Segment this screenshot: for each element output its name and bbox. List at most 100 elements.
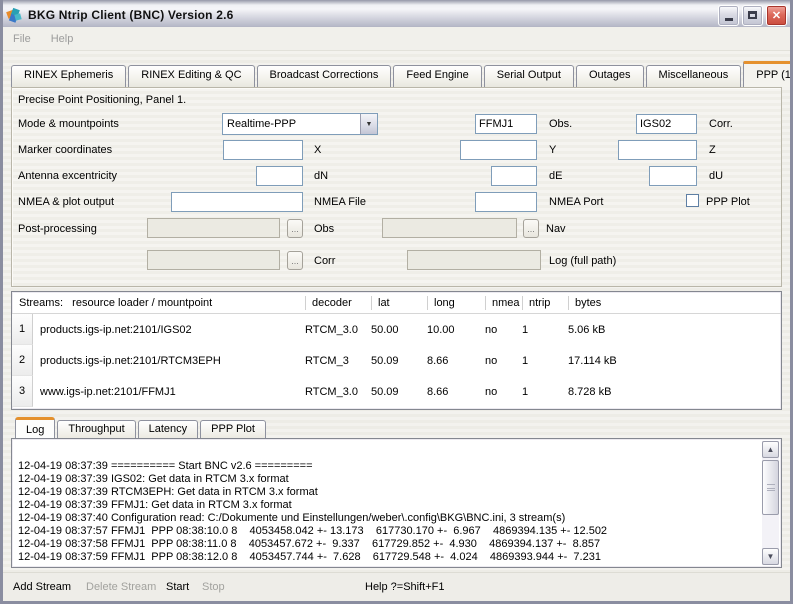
stream-ntrip: 1: [522, 324, 568, 336]
antenna-de-input[interactable]: [491, 166, 537, 186]
post-log-label: Log (full path): [549, 255, 616, 267]
de-label: dE: [549, 170, 562, 182]
corr-label: Corr.: [709, 118, 733, 130]
stream-ntrip: 1: [522, 355, 568, 367]
close-icon: ✕: [772, 9, 781, 22]
window-title: BKG Ntrip Client (BNC) Version 2.6: [28, 8, 715, 22]
log-output: 12-04-19 08:37:39 ========== Start BNC v…: [18, 460, 757, 564]
header-long: long: [427, 296, 485, 310]
tab-serial-output[interactable]: Serial Output: [484, 65, 574, 87]
stream-row-3[interactable]: 3 www.igs-ip.net:2101/FFMJ1 RTCM_3.0 50.…: [12, 376, 781, 407]
stream-bytes: 5.06 kB: [568, 324, 781, 336]
stream-decoder: RTCM_3.0: [305, 324, 371, 336]
combobox-dropdown-icon[interactable]: ▼: [360, 114, 377, 134]
stream-bytes: 17.114 kB: [568, 355, 781, 367]
menu-file[interactable]: File: [3, 30, 41, 48]
tab-latency[interactable]: Latency: [138, 420, 199, 438]
antenna-dn-input[interactable]: [256, 166, 303, 186]
antenna-du-input[interactable]: [649, 166, 697, 186]
minimize-button[interactable]: [718, 5, 739, 26]
z-label: Z: [709, 144, 716, 156]
log-line: 12-04-19 08:37:39 ========== Start BNC v…: [18, 460, 757, 473]
stop-button: Stop: [202, 581, 225, 593]
post-obs-browse-button[interactable]: ...: [287, 219, 303, 238]
tab-feed-engine[interactable]: Feed Engine: [393, 65, 481, 87]
ppp-plot-checkbox[interactable]: [686, 194, 699, 207]
obs-mountpoint-input[interactable]: [475, 114, 537, 134]
stream-ntrip: 1: [522, 386, 568, 398]
ppp-plot-label: PPP Plot: [706, 196, 750, 208]
scrollbar-thumb[interactable]: [762, 460, 779, 515]
post-nav-browse-button[interactable]: ...: [523, 219, 539, 238]
scroll-up-button[interactable]: ▲: [762, 441, 779, 458]
post-obs-label: Obs: [314, 223, 334, 235]
row-number[interactable]: 1: [12, 314, 33, 345]
maximize-button[interactable]: [742, 5, 763, 26]
main-content: RINEX Ephemeris RINEX Editing & QC Broad…: [3, 51, 790, 601]
nmea-file-input[interactable]: [171, 192, 303, 212]
obs-label: Obs.: [549, 118, 572, 130]
log-line: 12-04-19 08:37:40 Configuration read: C:…: [18, 512, 757, 525]
tab-throughput[interactable]: Throughput: [57, 420, 135, 438]
log-panel: 12-04-19 08:37:39 ========== Start BNC v…: [11, 438, 782, 568]
header-ntrip: ntrip: [522, 296, 568, 310]
marker-x-input[interactable]: [223, 140, 303, 160]
post-log-path-input: [407, 250, 541, 270]
scroll-down-button[interactable]: ▼: [762, 548, 779, 565]
streams-table: Streams: resource loader / mountpoint de…: [11, 291, 782, 410]
minimize-icon: [725, 18, 733, 21]
post-corr-label: Corr: [314, 255, 335, 267]
post-corr-browse-button[interactable]: ...: [287, 251, 303, 270]
streams-table-header: Streams: resource loader / mountpoint de…: [12, 292, 781, 314]
panel-title: Precise Point Positioning, Panel 1.: [18, 94, 186, 106]
title-bar[interactable]: BKG Ntrip Client (BNC) Version 2.6 ✕: [0, 0, 793, 30]
nmea-port-input[interactable]: [475, 192, 537, 212]
app-icon: [6, 7, 23, 24]
stream-mountpoint: products.igs-ip.net:2101/RTCM3EPH: [33, 355, 305, 367]
menu-help[interactable]: Help: [41, 30, 84, 48]
log-line: 12-04-19 08:37:57 FFMJ1 PPP 08:38:10.0 8…: [18, 525, 757, 538]
stream-bytes: 8.728 kB: [568, 386, 781, 398]
mode-combobox[interactable]: Realtime-PPP ▼: [222, 113, 378, 135]
tab-ppp-active[interactable]: PPP (1): [743, 61, 793, 87]
add-stream-button[interactable]: Add Stream: [13, 581, 71, 593]
x-label: X: [314, 144, 321, 156]
menu-bar: File Help: [3, 27, 790, 51]
tab-broadcast-corrections[interactable]: Broadcast Corrections: [257, 65, 392, 87]
marker-y-input[interactable]: [460, 140, 537, 160]
dn-label: dN: [314, 170, 328, 182]
tab-rinex-ephemeris[interactable]: RINEX Ephemeris: [11, 65, 126, 87]
marker-coordinates-label: Marker coordinates: [18, 144, 112, 156]
marker-z-input[interactable]: [618, 140, 697, 160]
tab-log[interactable]: Log: [15, 417, 55, 438]
stream-lat: 50.09: [371, 386, 427, 398]
start-button[interactable]: Start: [166, 581, 189, 593]
stream-mountpoint: products.igs-ip.net:2101/IGS02: [33, 324, 305, 336]
stream-long: 10.00: [427, 324, 485, 336]
tab-rinex-editing-qc[interactable]: RINEX Editing & QC: [128, 65, 254, 87]
close-button[interactable]: ✕: [766, 5, 787, 26]
header-decoder: decoder: [305, 296, 371, 310]
log-line: 12-04-19 08:37:59 FFMJ1 PPP 08:38:12.0 8…: [18, 551, 757, 564]
log-line: 12-04-19 08:37:39 RTCM3EPH: Get data in …: [18, 486, 757, 499]
ppp-panel: Precise Point Positioning, Panel 1. Mode…: [11, 87, 782, 287]
stream-row-1[interactable]: 1 products.igs-ip.net:2101/IGS02 RTCM_3.…: [12, 314, 781, 345]
y-label: Y: [549, 144, 556, 156]
scrollbar-grip-icon: [767, 484, 775, 491]
stream-row-2[interactable]: 2 products.igs-ip.net:2101/RTCM3EPH RTCM…: [12, 345, 781, 376]
stream-nmea: no: [485, 324, 522, 336]
tab-bar: RINEX Ephemeris RINEX Editing & QC Broad…: [11, 60, 793, 87]
corr-mountpoint-input[interactable]: [636, 114, 697, 134]
row-number[interactable]: 3: [12, 376, 33, 407]
tab-miscellaneous[interactable]: Miscellaneous: [646, 65, 742, 87]
tab-ppp-plot[interactable]: PPP Plot: [200, 420, 266, 438]
row-number[interactable]: 2: [12, 345, 33, 376]
stream-long: 8.66: [427, 355, 485, 367]
footer-bar: Add Stream Delete Stream Start Stop Help…: [3, 572, 790, 601]
header-lat: lat: [371, 296, 427, 310]
log-line: 12-04-19 08:37:39 IGS02: Get data in RTC…: [18, 473, 757, 486]
stream-decoder: RTCM_3.0: [305, 386, 371, 398]
tab-outages[interactable]: Outages: [576, 65, 644, 87]
help-shortcut-label[interactable]: Help ?=Shift+F1: [365, 581, 445, 593]
log-scrollbar[interactable]: ▲ ▼: [762, 441, 779, 565]
